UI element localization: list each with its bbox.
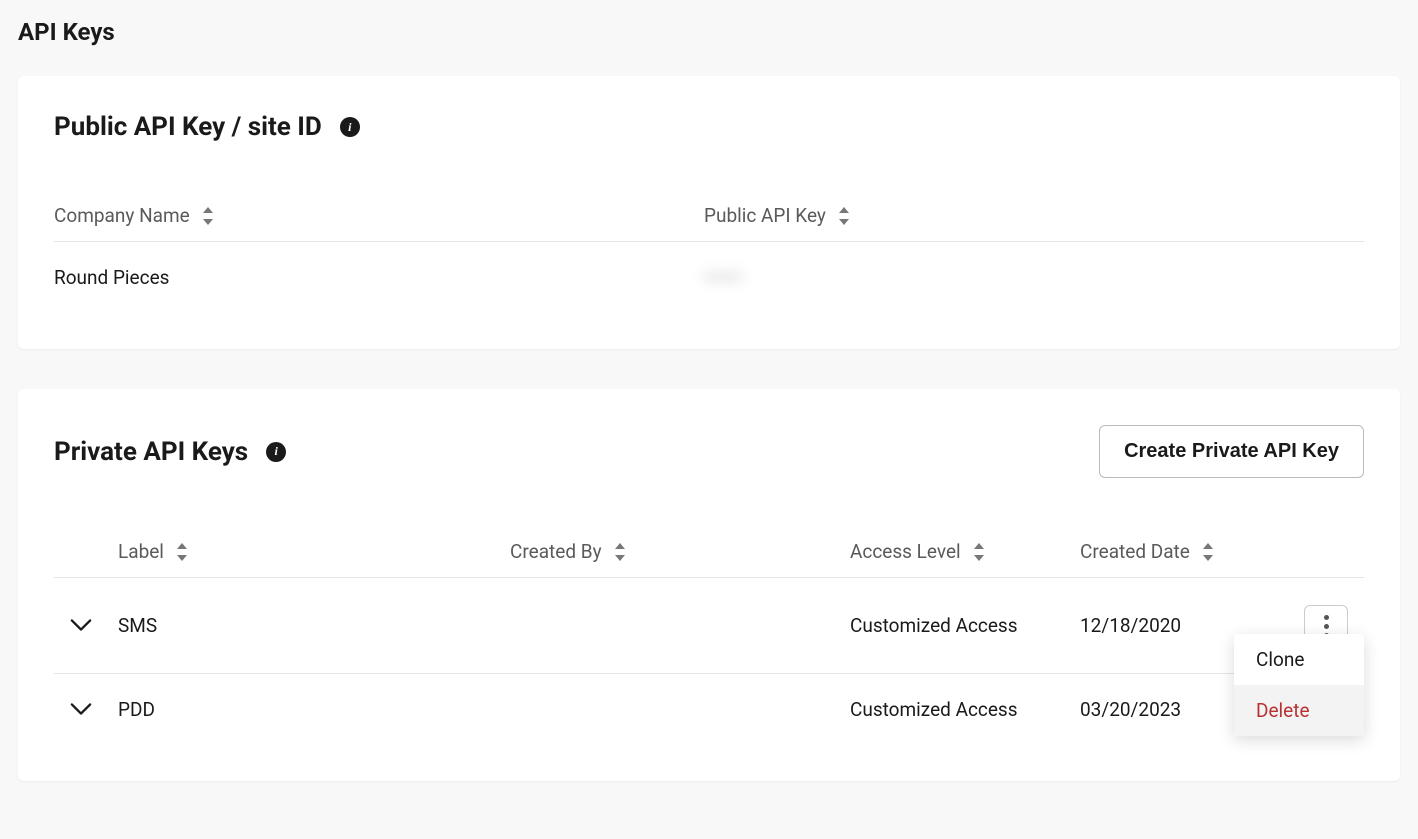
chevron-down-icon[interactable]	[70, 614, 92, 636]
sort-icon[interactable]	[202, 207, 214, 225]
table-row: SMS Customized Access 12/18/2020 Clone D…	[54, 578, 1364, 674]
column-header-public-api-key[interactable]: Public API Key	[704, 204, 826, 227]
column-header-created-date[interactable]: Created Date	[1080, 540, 1190, 563]
created-by-cell	[510, 578, 850, 674]
sort-icon[interactable]	[973, 543, 985, 561]
sort-icon[interactable]	[176, 543, 188, 561]
column-header-company-name[interactable]: Company Name	[54, 204, 190, 227]
menu-item-clone[interactable]: Clone	[1234, 634, 1364, 685]
menu-item-delete[interactable]: Delete	[1234, 685, 1364, 736]
row-actions-menu: Clone Delete	[1234, 634, 1364, 736]
table-row: PDD Customized Access 03/20/2023	[54, 673, 1364, 745]
company-name-cell: Round Pieces	[54, 242, 704, 314]
private-section-title: Private API Keys	[54, 437, 248, 467]
sort-icon[interactable]	[614, 543, 626, 561]
access-level-cell: Customized Access	[850, 578, 1080, 674]
label-cell: PDD	[118, 673, 510, 745]
access-level-cell: Customized Access	[850, 673, 1080, 745]
label-cell: SMS	[118, 578, 510, 674]
column-header-label[interactable]: Label	[118, 540, 164, 563]
column-header-created-by[interactable]: Created By	[510, 540, 602, 563]
table-row: Round Pieces ••••••	[54, 242, 1364, 314]
public-api-key-table: Company Name Public API Key Round Pieces…	[54, 190, 1364, 313]
sort-icon[interactable]	[1202, 543, 1214, 561]
created-by-cell	[510, 673, 850, 745]
private-api-keys-table: Label Created By Access Level	[54, 526, 1364, 745]
info-icon[interactable]: i	[266, 442, 286, 462]
private-api-keys-card: Private API Keys i Create Private API Ke…	[18, 389, 1400, 781]
page-title: API Keys	[18, 18, 1400, 46]
create-private-api-key-button[interactable]: Create Private API Key	[1099, 425, 1364, 478]
sort-icon[interactable]	[838, 207, 850, 225]
chevron-down-icon[interactable]	[70, 698, 92, 720]
column-header-access-level[interactable]: Access Level	[850, 540, 961, 563]
public-api-key-cell: ••••••	[704, 242, 1364, 314]
info-icon[interactable]: i	[340, 117, 360, 137]
public-section-title: Public API Key / site ID	[54, 112, 322, 142]
public-api-key-card: Public API Key / site ID i Company Name …	[18, 76, 1400, 349]
